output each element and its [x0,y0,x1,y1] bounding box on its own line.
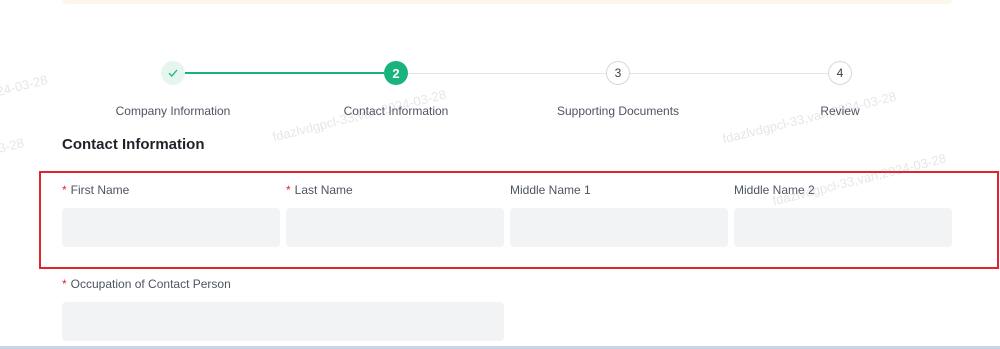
watermark-text: 3-28 [0,135,26,156]
last-name-input[interactable] [286,208,504,247]
step-3-label: Supporting Documents [556,104,680,118]
step-connector-1 [185,72,384,74]
first-name-input[interactable] [62,208,280,247]
step-1-node[interactable] [161,61,185,85]
required-mark: * [62,277,67,291]
first-name-field: * First Name [62,182,280,247]
required-mark: * [62,183,67,197]
check-icon [168,69,178,77]
first-name-label: * First Name [62,183,130,197]
middle-name-1-input[interactable] [510,208,728,247]
occupation-input[interactable] [62,302,504,341]
section-title: Contact Information [62,136,205,153]
step-2-label: Contact Information [343,104,449,118]
middle-name-2-input[interactable] [734,208,952,247]
step-2-node[interactable]: 2 [384,61,408,85]
last-name-label: * Last Name [286,183,353,197]
step-3-node[interactable]: 3 [606,61,630,85]
step-1-label: Company Information [115,104,231,118]
occupation-label: * Occupation of Contact Person [62,277,231,291]
middle-name-2-label: Middle Name 2 [734,183,815,197]
step-4-node[interactable]: 4 [828,61,852,85]
last-name-field: * Last Name [286,182,504,247]
occupation-field: * Occupation of Contact Person [62,276,504,341]
middle-name-1-label: Middle Name 1 [510,183,591,197]
required-mark: * [286,183,291,197]
middle-name-2-field: Middle Name 2 [734,182,952,247]
progress-stepper: 2 3 4 Company Information Contact Inform… [0,60,1000,130]
middle-name-1-field: Middle Name 1 [510,182,728,247]
step-connector-3 [630,73,828,74]
step-connector-2 [408,73,606,74]
notice-banner [62,0,952,4]
step-4-label: Review [820,104,860,118]
